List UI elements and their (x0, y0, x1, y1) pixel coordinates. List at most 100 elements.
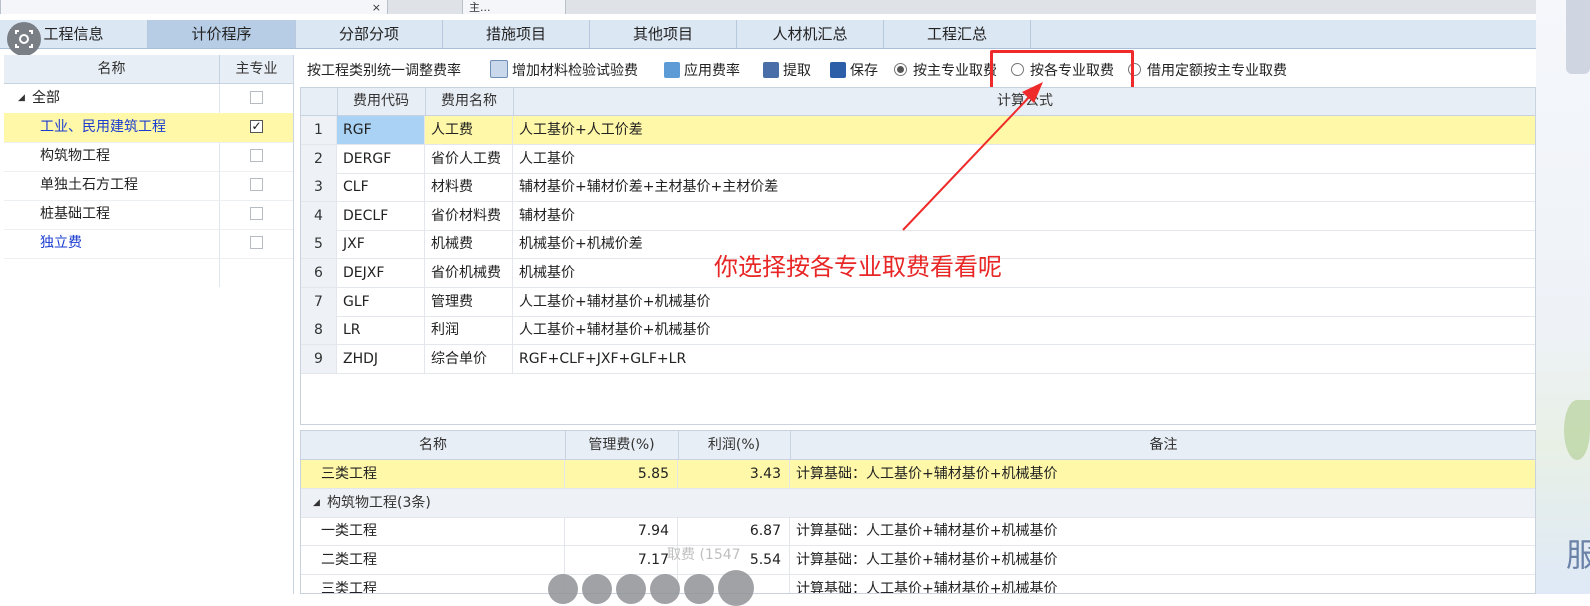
screenshot-icon[interactable] (7, 22, 41, 56)
tree-row[interactable]: 独立费 (4, 229, 293, 259)
main-specialty-checkbox[interactable]: ✓ (250, 120, 263, 133)
remark-cell[interactable]: 计算基础：人工基价+辅材基价+机械基价 (790, 460, 1535, 488)
fee-code-cell[interactable]: ZHDJ (337, 344, 425, 373)
fee-name-cell[interactable]: 机械费 (425, 230, 513, 259)
row-number-cell: 3 (301, 173, 337, 202)
fee-row[interactable]: 4 DECLF 省价材料费 辅材基价 (301, 201, 1535, 231)
fee-code-cell[interactable]: GLF (337, 287, 425, 316)
rate-row[interactable]: 一类工程 7.94 6.87 计算基础：人工基价+辅材基价+机械基价 (301, 517, 1535, 547)
radio-borrow-quota-fee[interactable]: 借用定额按主专业取费 (1128, 57, 1287, 85)
add-material-test-fee-button[interactable]: 增加材料检验试验费 (490, 57, 638, 85)
rate-grid: 名称 管理费(%) 利润(%) 备注 三类工程 5.85 3.43 计算基础：人工基价… (300, 430, 1536, 594)
apply-rate-icon (664, 62, 680, 78)
main-specialty-checkbox[interactable] (250, 207, 263, 220)
main-specialty-checkbox[interactable] (250, 149, 263, 162)
mgmt-fee-cell[interactable]: 5.85 (565, 460, 678, 488)
overlay-control-button[interactable] (616, 574, 646, 604)
formula-cell[interactable]: 人工基价+人工价差 (513, 116, 1535, 144)
mgmt-fee-cell[interactable]: 7.94 (565, 517, 678, 546)
fee-name-cell[interactable]: 省价人工费 (425, 144, 513, 173)
category-name-cell[interactable]: 二类工程 (301, 546, 565, 575)
fee-name-cell[interactable]: 省价机械费 (425, 259, 513, 287)
overlay-control-button[interactable] (548, 574, 578, 604)
window-tab-2[interactable]: 主... (462, 0, 566, 14)
tree-row[interactable]: 构筑物工程 (4, 142, 293, 172)
collapse-caret-icon[interactable]: ◢ (313, 489, 320, 517)
fee-code-cell[interactable]: LR (337, 316, 425, 345)
formula-cell[interactable]: 人工基价+辅材基价+机械基价 (513, 288, 1535, 316)
remark-cell[interactable]: 计算基础：人工基价+辅材基价+机械基价 (790, 517, 1535, 545)
formula-cell[interactable]: 人工基价+辅材基价+机械基价 (513, 316, 1535, 344)
tree-label: 工业、民用建筑工程 (40, 119, 166, 135)
annotation-text: 你选择按各专业取费看看呢 (714, 253, 1002, 281)
tree-row[interactable]: 单独土石方工程 (4, 171, 293, 201)
fee-name-cell[interactable]: 省价材料费 (425, 201, 513, 230)
tab-sub-items[interactable]: 分部分项 (296, 20, 443, 48)
remark-cell[interactable]: 计算基础：人工基价+辅材基价+机械基价 (790, 546, 1535, 574)
tree-row[interactable]: 工业、民用建筑工程 ✓ (4, 113, 293, 143)
profit-cell[interactable]: 3.43 (678, 460, 790, 488)
main-specialty-checkbox[interactable] (250, 236, 263, 249)
fee-code-cell[interactable]: RGF (337, 116, 425, 144)
main-specialty-checkbox[interactable] (250, 91, 263, 104)
save-label: 保存 (850, 63, 878, 79)
tab-project-summary[interactable]: 工程汇总 (884, 20, 1031, 48)
adjust-rate-button[interactable]: 按工程类别统一调整费率 (307, 57, 461, 85)
category-name-cell[interactable]: 一类工程 (301, 517, 565, 546)
fee-code-cell[interactable]: DECLF (337, 201, 425, 230)
rate-row[interactable]: 三类工程 5.85 3.43 计算基础：人工基价+辅材基价+机械基价 (301, 460, 1535, 489)
window-tab-2-label: 主... (469, 1, 491, 14)
formula-cell[interactable]: 机械基价+机械价差 (513, 230, 1535, 258)
collapse-caret-icon[interactable]: ◢ (18, 84, 25, 113)
row-number-cell: 9 (301, 344, 337, 373)
rate-row[interactable]: 二类工程 7.17 5.54 计算基础：人工基价+辅材基价+机械基价 (301, 546, 1535, 576)
fee-row[interactable]: 7 GLF 管理费 人工基价+辅材基价+机械基价 (301, 287, 1535, 317)
tree-row-all[interactable]: ◢ 全部 (4, 84, 293, 114)
window-tab-1[interactable]: × (0, 0, 388, 14)
apply-rate-button[interactable]: 应用费率 (664, 57, 740, 85)
remark-cell[interactable]: 计算基础：人工基价+辅材基价+机械基价 (790, 575, 1535, 593)
main-specialty-checkbox[interactable] (250, 178, 263, 191)
tab-other-items[interactable]: 其他项目 (590, 20, 737, 48)
tab-measures[interactable]: 措施项目 (443, 20, 590, 48)
fee-name-cell[interactable]: 人工费 (425, 116, 513, 144)
close-icon[interactable]: × (372, 0, 381, 14)
formula-cell[interactable]: RGF+CLF+JXF+GLF+LR (513, 345, 1535, 373)
category-name-cell[interactable]: 三类工程 (301, 460, 565, 488)
tree-row[interactable]: 桩基础工程 (4, 200, 293, 230)
tree-label: 桩基础工程 (40, 206, 110, 222)
fee-name-cell[interactable]: 利润 (425, 316, 513, 345)
formula-cell[interactable]: 辅材基价+辅材价差+主材基价+主材价差 (513, 173, 1535, 201)
profit-cell[interactable]: 6.87 (678, 517, 790, 546)
desktop-widget (1566, 0, 1590, 74)
overlay-play-button[interactable] (718, 570, 754, 606)
fee-code-cell[interactable]: CLF (337, 173, 425, 202)
category-name-cell[interactable]: 三类工程 (301, 574, 565, 593)
tab-pricing-procedure[interactable]: 计价程序 (148, 20, 296, 48)
overlay-control-button[interactable] (582, 574, 612, 604)
fee-code-cell[interactable]: DERGF (337, 144, 425, 173)
fee-row[interactable]: 2 DERGF 省价人工费 人工基价 (301, 144, 1535, 174)
formula-cell[interactable]: 辅材基价 (513, 202, 1535, 230)
tab-labor-material-machine[interactable]: 人材机汇总 (737, 20, 884, 48)
fee-row[interactable]: 8 LR 利润 人工基价+辅材基价+机械基价 (301, 316, 1535, 346)
header-fee-name: 费用名称 (425, 88, 514, 115)
fee-row[interactable]: 1 RGF 人工费 人工基价+人工价差 (301, 116, 1535, 145)
formula-cell[interactable]: 人工基价 (513, 145, 1535, 173)
save-button[interactable]: 保存 (830, 57, 878, 85)
fee-code-cell[interactable]: DEJXF (337, 259, 425, 287)
fee-name-cell[interactable]: 材料费 (425, 173, 513, 202)
fee-name-cell[interactable]: 管理费 (425, 287, 513, 316)
fee-row[interactable]: 9 ZHDJ 综合单价 RGF+CLF+JXF+GLF+LR (301, 344, 1535, 374)
overlay-control-button[interactable] (684, 574, 714, 604)
fee-row[interactable]: 3 CLF 材料费 辅材基价+辅材价差+主材基价+主材价差 (301, 173, 1535, 203)
fee-name-cell[interactable]: 综合单价 (425, 344, 513, 373)
rate-group-row[interactable]: ◢ 构筑物工程(3条) (301, 488, 1535, 518)
overlay-control-button[interactable] (650, 574, 680, 604)
mgmt-fee-cell[interactable]: 7.17 (565, 546, 678, 575)
extract-button[interactable]: 提取 (763, 57, 811, 85)
rate-row[interactable]: 三类工程 计算基础：人工基价+辅材基价+机械基价 (301, 574, 1535, 593)
fee-code-cell[interactable]: JXF (337, 230, 425, 259)
formula-cell[interactable]: 机械基价 (513, 259, 1535, 287)
radio-main-specialty-fee[interactable]: 按主专业取费 (894, 57, 997, 85)
